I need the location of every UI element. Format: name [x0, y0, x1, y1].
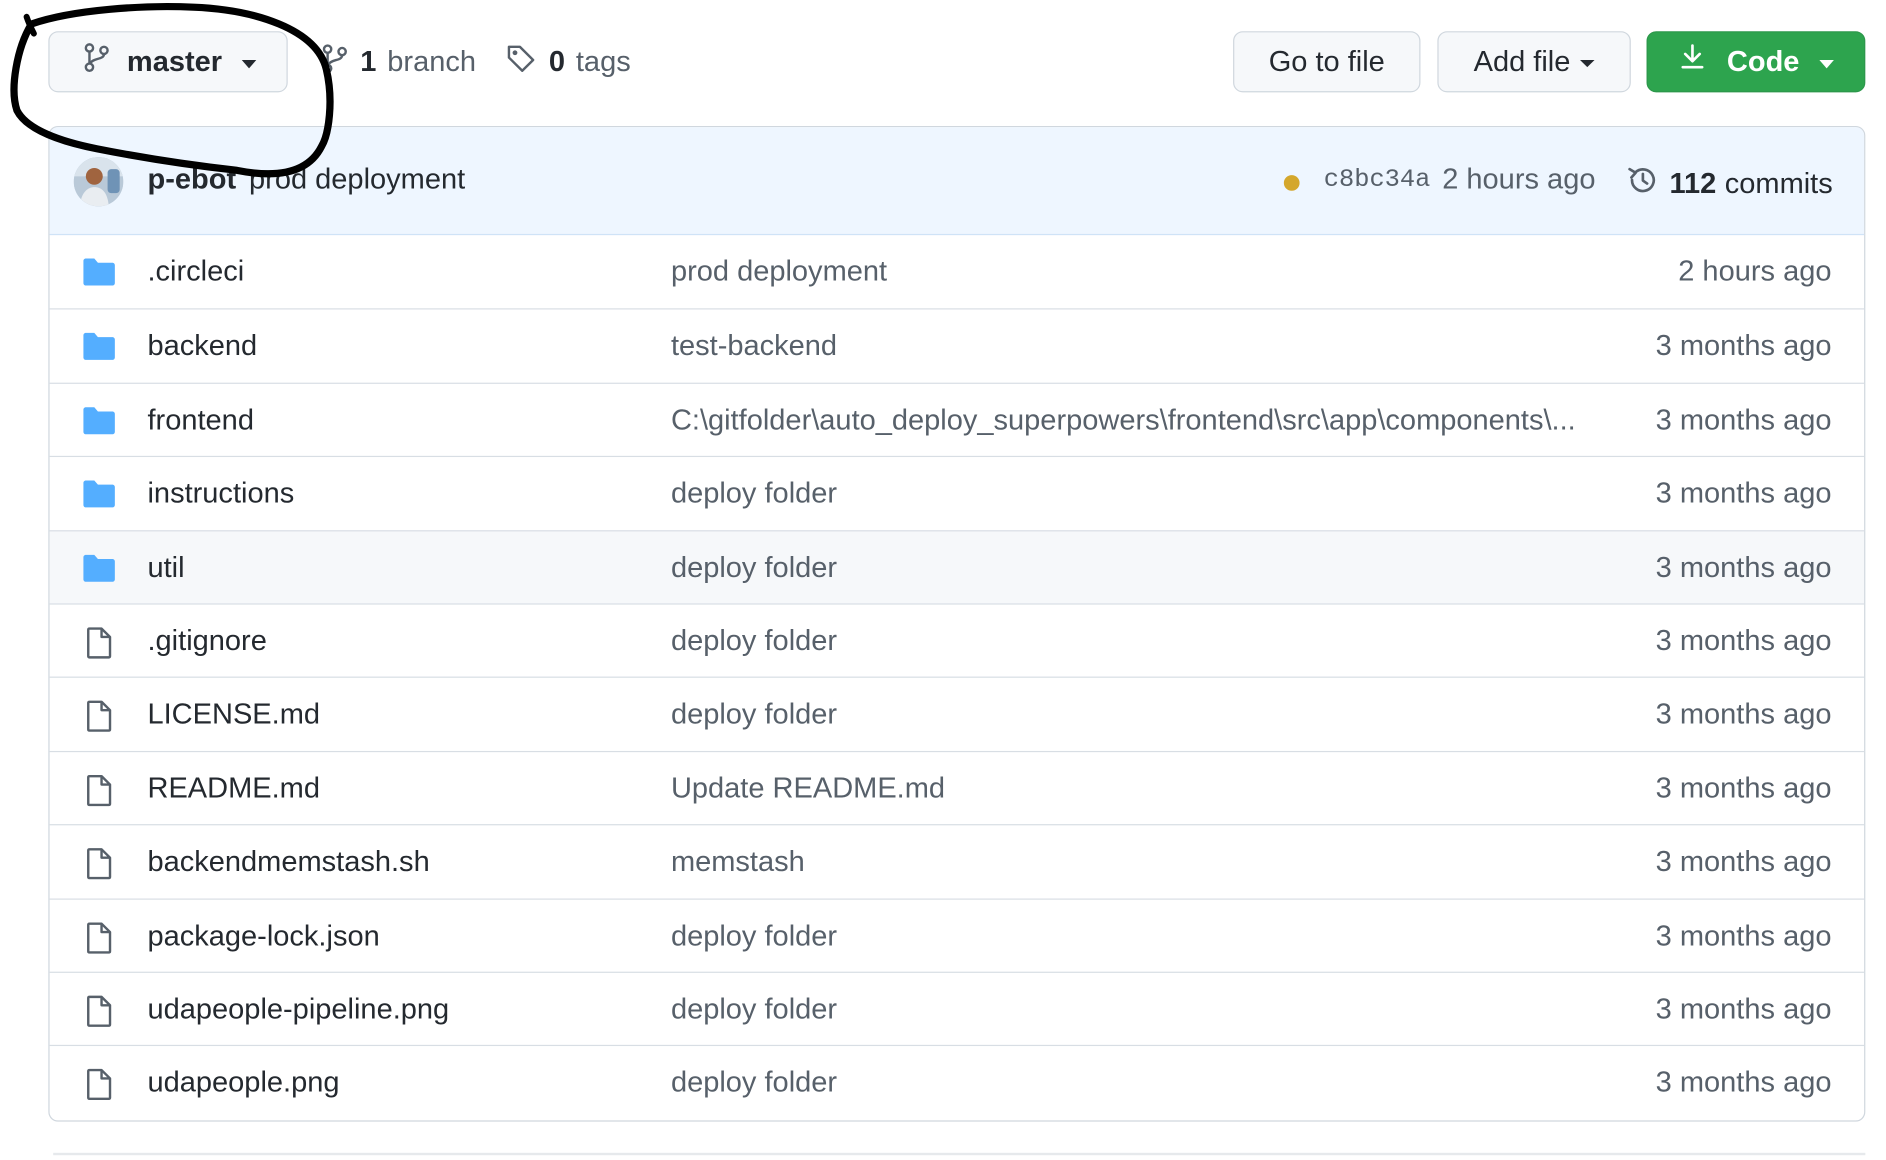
chevron-down-icon	[1580, 59, 1595, 67]
file-browser: p-ebot prod deployment c8bc34a 2 hours a…	[48, 125, 1866, 1122]
file-row[interactable]: .circleci prod deployment 2 hours ago	[50, 235, 1865, 309]
file-name[interactable]: backendmemstash.sh	[147, 846, 429, 880]
file-name[interactable]: instructions	[147, 478, 294, 512]
file-commit-message[interactable]: deploy folder	[671, 699, 1590, 733]
commit-author[interactable]: p-ebot	[147, 163, 236, 197]
file-name[interactable]: udapeople.png	[147, 1067, 339, 1101]
file-row[interactable]: package-lock.json deploy folder 3 months…	[49, 897, 1865, 972]
tags-link[interactable]: 0 tags	[505, 36, 631, 89]
file-name[interactable]: package-lock.json	[147, 920, 379, 954]
file-age: 3 months ago	[1655, 477, 1832, 511]
file-row[interactable]: frontend C:\gitfolder\auto_deploy_superp…	[49, 382, 1865, 456]
file-age: 3 months ago	[1655, 330, 1832, 363]
file-row[interactable]: .gitignore deploy folder 3 months ago	[49, 603, 1865, 677]
history-icon	[1626, 163, 1660, 205]
file-icon	[82, 921, 116, 954]
file-age: 3 months ago	[1655, 624, 1832, 658]
chevron-down-icon	[1818, 59, 1834, 68]
file-icon	[82, 847, 116, 880]
file-name[interactable]: .gitignore	[147, 625, 266, 659]
file-commit-message[interactable]: deploy folder	[671, 551, 1590, 585]
file-name[interactable]: .circleci	[147, 256, 244, 290]
file-row[interactable]: backendmemstash.sh memstash 3 months ago	[49, 824, 1865, 898]
file-row[interactable]: README.md Update README.md 3 months ago	[49, 750, 1865, 825]
folder-icon	[82, 479, 116, 510]
file-commit-message[interactable]: deploy folder	[671, 478, 1590, 512]
file-name[interactable]: frontend	[147, 404, 253, 438]
section-divider	[53, 1152, 1866, 1156]
commit-history-link[interactable]: 112 commits	[1626, 163, 1833, 205]
repo-toolbar: master 1 branch 0 tags Go to file Add fi…	[0, 0, 1886, 126]
file-commit-message[interactable]: Update README.md	[671, 772, 1590, 806]
file-icon	[82, 773, 116, 806]
file-commit-message[interactable]: deploy folder	[671, 920, 1590, 954]
commit-sha[interactable]: c8bc34a	[1324, 167, 1431, 195]
branch-count: 1	[360, 45, 377, 78]
branch-selector-button[interactable]: master	[48, 31, 288, 93]
file-commit-message[interactable]: memstash	[671, 846, 1590, 880]
file-commit-message[interactable]: deploy folder	[671, 993, 1590, 1027]
tag-word: tags	[575, 45, 631, 78]
latest-commit-bar: p-ebot prod deployment c8bc34a 2 hours a…	[49, 127, 1865, 236]
file-row[interactable]: LICENSE.md deploy folder 3 months ago	[49, 676, 1865, 751]
file-age: 3 months ago	[1655, 772, 1832, 805]
tag-count: 0	[548, 45, 565, 78]
file-commit-message[interactable]: test-backend	[671, 330, 1590, 364]
folder-icon	[82, 332, 116, 363]
commit-time: 2 hours ago	[1442, 163, 1596, 196]
file-age: 2 hours ago	[1678, 255, 1832, 288]
branches-link[interactable]: 1 branch	[322, 36, 476, 89]
file-age: 3 months ago	[1655, 993, 1832, 1026]
add-file-button[interactable]: Add file	[1437, 31, 1631, 93]
file-name[interactable]: LICENSE.md	[147, 699, 320, 733]
file-row[interactable]: backend test-backend 3 months ago	[49, 308, 1865, 383]
file-age: 3 months ago	[1655, 404, 1832, 437]
commit-word: commits	[1724, 167, 1833, 200]
chevron-down-icon	[241, 59, 256, 68]
file-name[interactable]: README.md	[147, 772, 319, 806]
file-list: .circleci prod deployment 2 hours ago ba…	[49, 235, 1865, 1119]
add-file-label: Add file	[1473, 44, 1571, 78]
file-age: 3 months ago	[1655, 551, 1832, 584]
file-row[interactable]: util deploy folder 3 months ago	[49, 529, 1865, 604]
file-row[interactable]: udapeople.png deploy folder 3 months ago	[49, 1045, 1865, 1119]
avatar[interactable]	[73, 157, 124, 207]
file-icon	[82, 626, 116, 659]
branch-word: branch	[387, 45, 477, 78]
folder-icon	[82, 257, 116, 288]
file-commit-message[interactable]: C:\gitfolder\auto_deploy_superpowers\fro…	[671, 404, 1590, 438]
commit-message[interactable]: prod deployment	[249, 163, 465, 197]
code-label: Code	[1726, 44, 1800, 78]
folder-icon	[82, 552, 116, 583]
file-name[interactable]: util	[147, 551, 184, 585]
file-commit-message[interactable]: prod deployment	[671, 256, 1590, 290]
code-button[interactable]: Code	[1646, 31, 1866, 93]
file-age: 3 months ago	[1655, 1066, 1832, 1100]
file-name[interactable]: backend	[147, 330, 257, 364]
file-name[interactable]: udapeople-pipeline.png	[147, 993, 449, 1027]
file-commit-message[interactable]: deploy folder	[671, 1067, 1590, 1101]
go-to-file-label: Go to file	[1268, 44, 1385, 78]
download-icon	[1679, 42, 1706, 82]
commit-count: 112	[1669, 167, 1717, 200]
file-age: 3 months ago	[1655, 698, 1832, 731]
git-branch-icon	[83, 42, 110, 82]
file-commit-message[interactable]: deploy folder	[671, 625, 1590, 659]
file-age: 3 months ago	[1655, 845, 1832, 879]
file-row[interactable]: instructions deploy folder 3 months ago	[49, 456, 1865, 530]
go-to-file-button[interactable]: Go to file	[1233, 31, 1421, 93]
git-branch-icon	[322, 43, 349, 83]
tag-icon	[505, 43, 536, 83]
folder-icon	[82, 405, 116, 436]
file-row[interactable]: udapeople-pipeline.png deploy folder 3 m…	[49, 971, 1865, 1046]
file-age: 3 months ago	[1655, 919, 1832, 952]
branch-selector-label: master	[126, 44, 223, 78]
file-icon	[82, 700, 116, 733]
commit-status-indicator[interactable]	[1283, 175, 1300, 191]
file-icon	[82, 994, 116, 1027]
file-icon	[82, 1068, 116, 1101]
